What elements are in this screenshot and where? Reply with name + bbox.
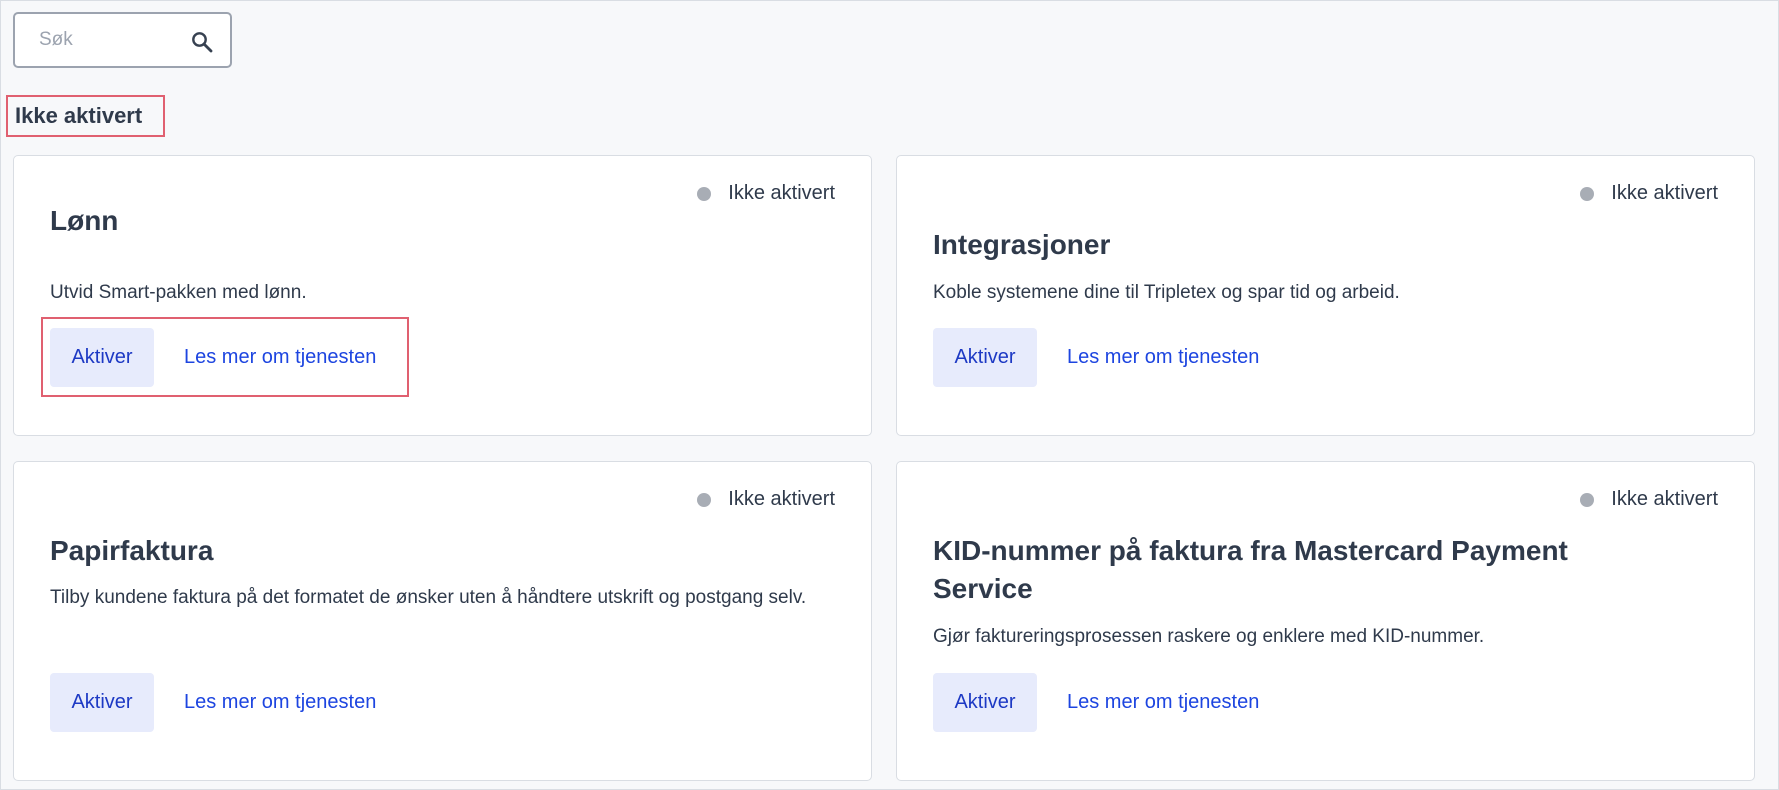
status-dot-icon xyxy=(1580,186,1595,201)
status-dot-icon xyxy=(697,186,712,201)
card-description: Tilby kundene faktura på det formatet de… xyxy=(50,587,807,608)
activate-button[interactable]: Aktiver xyxy=(50,673,154,732)
card-actions: Aktiver Les mer om tjenesten xyxy=(933,673,1259,732)
status-indicator: Ikke aktivert xyxy=(1580,488,1718,511)
status-dot-icon xyxy=(697,492,712,507)
status-label: Ikke aktivert xyxy=(1611,488,1718,510)
card-title: Integrasjoner xyxy=(933,229,1111,260)
service-card-papirfaktura: Ikke aktivert Papirfaktura Tilby kundene… xyxy=(13,461,872,781)
status-label: Ikke aktivert xyxy=(728,182,835,204)
card-actions: Aktiver Les mer om tjenesten xyxy=(933,328,1259,387)
status-indicator: Ikke aktivert xyxy=(1580,182,1718,205)
search-input[interactable] xyxy=(37,28,181,52)
card-actions: Aktiver Les mer om tjenesten xyxy=(50,328,376,387)
section-title: Ikke aktivert xyxy=(6,95,165,137)
activate-button[interactable]: Aktiver xyxy=(933,328,1037,387)
search-icon[interactable] xyxy=(190,30,214,54)
card-title: Lønn xyxy=(50,205,119,236)
status-label: Ikke aktivert xyxy=(728,488,835,510)
status-indicator: Ikke aktivert xyxy=(697,488,835,511)
card-description: Gjør faktureringsprosessen raskere og en… xyxy=(933,626,1485,647)
card-description: Utvid Smart-pakken med lønn. xyxy=(50,282,307,303)
card-actions: Aktiver Les mer om tjenesten xyxy=(50,673,376,732)
status-indicator: Ikke aktivert xyxy=(697,182,835,205)
service-card-kid-nummer: Ikke aktivert KID-nummer på faktura fra … xyxy=(896,461,1755,781)
card-title: Papirfaktura xyxy=(50,535,214,566)
read-more-link[interactable]: Les mer om tjenesten xyxy=(1067,691,1259,714)
read-more-link[interactable]: Les mer om tjenesten xyxy=(184,346,376,369)
activate-button[interactable]: Aktiver xyxy=(933,673,1037,732)
status-label: Ikke aktivert xyxy=(1611,182,1718,204)
page-frame: Ikke aktivert Ikke aktivert Lønn Utvid S… xyxy=(0,0,1779,790)
search-box[interactable] xyxy=(13,12,232,68)
section-title-text: Ikke aktivert xyxy=(15,103,143,128)
read-more-link[interactable]: Les mer om tjenesten xyxy=(1067,346,1259,369)
read-more-link[interactable]: Les mer om tjenesten xyxy=(184,691,376,714)
service-card-integrasjoner: Ikke aktivert Integrasjoner Koble system… xyxy=(896,155,1755,436)
service-card-lonn: Ikke aktivert Lønn Utvid Smart-pakken me… xyxy=(13,155,872,436)
card-title: KID-nummer på faktura fra Mastercard Pay… xyxy=(933,535,1568,604)
card-description: Koble systemene dine til Tripletex og sp… xyxy=(933,282,1400,303)
status-dot-icon xyxy=(1580,492,1595,507)
activate-button[interactable]: Aktiver xyxy=(50,328,154,387)
